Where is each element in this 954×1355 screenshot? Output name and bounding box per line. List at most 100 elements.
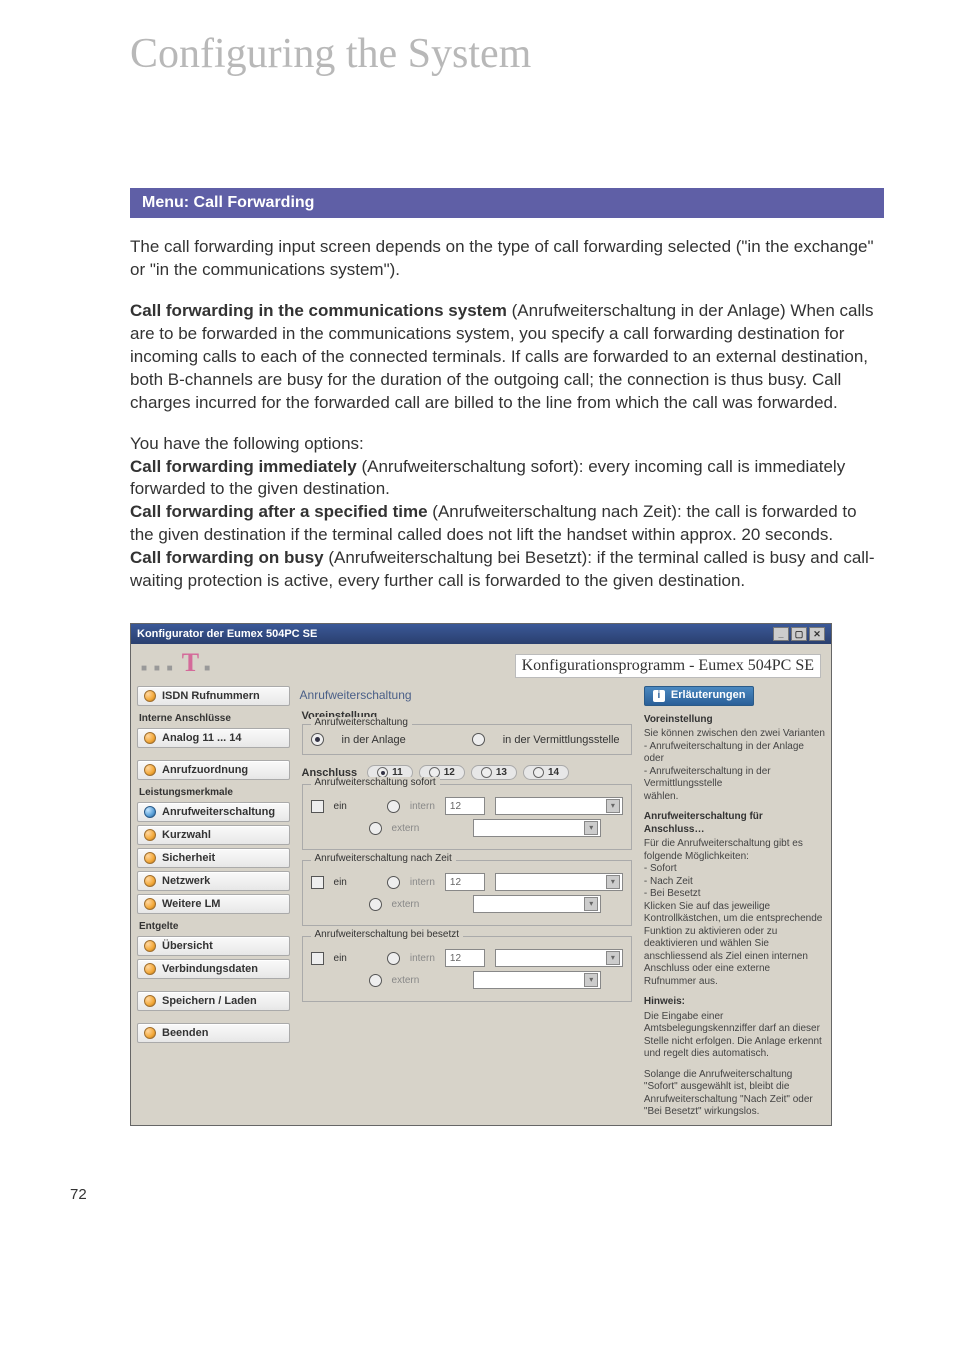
tab-label: 14 (548, 767, 559, 778)
sidebar-item-weitere[interactable]: Weitere LM (137, 894, 290, 914)
lbl-ein: ein (334, 801, 347, 812)
chevron-down-icon: ▾ (606, 799, 620, 813)
sofort-intern-select[interactable]: ▾ (495, 797, 623, 815)
sidebar-item-verbindungsdaten[interactable]: Verbindungsdaten (137, 959, 290, 979)
info-h3: Hinweis: (644, 996, 825, 1009)
sidebar-item-analog[interactable]: Analog 11 ... 14 (137, 728, 290, 748)
sidebar-item-label: Kurzwahl (162, 829, 211, 841)
bullet-icon (144, 995, 156, 1007)
sidebar-item-anrufzuordnung[interactable]: Anrufzuordnung (137, 760, 290, 780)
cfb-heading: Call forwarding on busy (130, 548, 324, 567)
sidebar-item-netzwerk[interactable]: Netzwerk (137, 871, 290, 891)
section-heading-bar: Menu: Call Forwarding (130, 188, 884, 218)
chk-sofort-ein[interactable] (311, 800, 324, 813)
sidebar-item-label: Verbindungsdaten (162, 963, 258, 975)
radio-in-anlage[interactable] (311, 733, 324, 746)
info-button-label: Erläuterungen (671, 689, 746, 703)
cfcs-paragraph: Call forwarding in the communications sy… (130, 300, 884, 415)
cft-heading: Call forwarding after a specified time (130, 502, 428, 521)
options-lead: You have the following options: (130, 434, 364, 453)
page-number: 72 (70, 1186, 884, 1203)
preset-sub: Anrufweiterschaltung (311, 717, 412, 728)
chevron-down-icon: ▾ (584, 897, 598, 911)
radio-zeit-extern[interactable] (369, 898, 382, 911)
bullet-icon (144, 732, 156, 744)
close-icon[interactable]: ✕ (809, 627, 825, 641)
radio-sofort-extern[interactable] (369, 822, 382, 835)
tab-label: 13 (496, 767, 507, 778)
sidebar-item-uebersicht[interactable]: Übersicht (137, 936, 290, 956)
tab-13[interactable]: 13 (471, 765, 517, 780)
app-title: Konfigurationsprogramm - Eumex 504PC SE (515, 654, 821, 678)
tab-14[interactable]: 14 (523, 765, 569, 780)
center-title: Anrufweiterschaltung (298, 686, 636, 710)
radio-icon (481, 767, 492, 778)
minimize-icon[interactable]: _ (773, 627, 789, 641)
bullet-icon (144, 898, 156, 910)
besetzt-intern-select[interactable]: ▾ (495, 949, 623, 967)
sidebar-item-anrufweiterschaltung[interactable]: Anrufweiterschaltung (137, 802, 290, 822)
radio-besetzt-extern[interactable] (369, 974, 382, 987)
sidebar-item-label: Beenden (162, 1027, 208, 1039)
sidebar-item-label: Speichern / Laden (162, 995, 257, 1007)
sofort-intern-value[interactable]: 12 (445, 797, 485, 815)
sidebar-heading-entgelte: Entgelte (137, 917, 290, 933)
preset-group: Anrufweiterschaltung in der Anlage in de… (302, 724, 632, 755)
sidebar-item-beenden[interactable]: Beenden (137, 1023, 290, 1043)
radio-label-anlage: in der Anlage (342, 734, 406, 746)
zeit-extern-select[interactable]: ▾ (473, 895, 601, 913)
radio-zeit-intern[interactable] (387, 876, 400, 889)
bullet-icon (144, 806, 156, 818)
bullet-icon (144, 690, 156, 702)
chk-besetzt-ein[interactable] (311, 952, 324, 965)
info-p1: Sie können zwischen den zwei Varianten -… (644, 728, 825, 803)
app-logo: T (182, 648, 201, 677)
radio-sofort-intern[interactable] (387, 800, 400, 813)
lbl-extern: extern (392, 899, 420, 910)
info-panel: i Erläuterungen Voreinstellung Sie könne… (644, 686, 825, 1119)
sidebar-item-label: Anrufweiterschaltung (162, 806, 275, 818)
besetzt-intern-value[interactable]: 12 (445, 949, 485, 967)
lbl-intern: intern (410, 801, 435, 812)
chevron-down-icon: ▾ (606, 951, 620, 965)
info-p4: Solange die Anrufweiterschaltung "Sofort… (644, 1069, 825, 1119)
info-p2: Für die Anrufweiterschaltung gibt es fol… (644, 838, 825, 988)
sidebar-item-speichern[interactable]: Speichern / Laden (137, 991, 290, 1011)
sidebar-item-sicherheit[interactable]: Sicherheit (137, 848, 290, 868)
bullet-icon (144, 764, 156, 776)
chk-zeit-ein[interactable] (311, 876, 324, 889)
zeit-intern-value[interactable]: 12 (445, 873, 485, 891)
logo-dots-r: ■ (204, 663, 212, 674)
info-button[interactable]: i Erläuterungen (644, 686, 755, 706)
radio-in-vermittlung[interactable] (472, 733, 485, 746)
lbl-ein: ein (334, 953, 347, 964)
sofort-extern-select[interactable]: ▾ (473, 819, 601, 837)
lbl-ein: ein (334, 877, 347, 888)
lbl-intern: intern (410, 953, 435, 964)
window-titlebar: Konfigurator der Eumex 504PC SE _ ▢ ✕ (131, 624, 831, 644)
group-sofort-label: Anrufweiterschaltung sofort (311, 777, 440, 788)
bullet-icon (144, 875, 156, 887)
lbl-extern: extern (392, 975, 420, 986)
radio-besetzt-intern[interactable] (387, 952, 400, 965)
chevron-down-icon: ▾ (606, 875, 620, 889)
info-h1: Voreinstellung (644, 714, 825, 727)
sidebar-item-isdn[interactable]: ISDN Rufnummern (137, 686, 290, 706)
bullet-icon (144, 1027, 156, 1039)
chapter-title: Configuring the System (130, 30, 884, 78)
sidebar-item-label: Netzwerk (162, 875, 210, 887)
window-title: Konfigurator der Eumex 504PC SE (137, 628, 317, 640)
options-paragraph: You have the following options: Call for… (130, 433, 884, 594)
group-besetzt: Anrufweiterschaltung bei besetzt ein int… (302, 936, 632, 1002)
sidebar-item-label: ISDN Rufnummern (162, 690, 260, 702)
app-screenshot: Konfigurator der Eumex 504PC SE _ ▢ ✕ ■ … (130, 623, 832, 1126)
group-zeit: Anrufweiterschaltung nach Zeit ein inter… (302, 860, 632, 926)
cfcs-heading: Call forwarding in the communications sy… (130, 301, 507, 320)
sidebar-heading-interne: Interne Anschlüsse (137, 709, 290, 725)
zeit-intern-select[interactable]: ▾ (495, 873, 623, 891)
besetzt-extern-select[interactable]: ▾ (473, 971, 601, 989)
maximize-icon[interactable]: ▢ (791, 627, 807, 641)
sidebar-item-label: Weitere LM (162, 898, 220, 910)
chevron-down-icon: ▾ (584, 973, 598, 987)
sidebar-item-kurzwahl[interactable]: Kurzwahl (137, 825, 290, 845)
